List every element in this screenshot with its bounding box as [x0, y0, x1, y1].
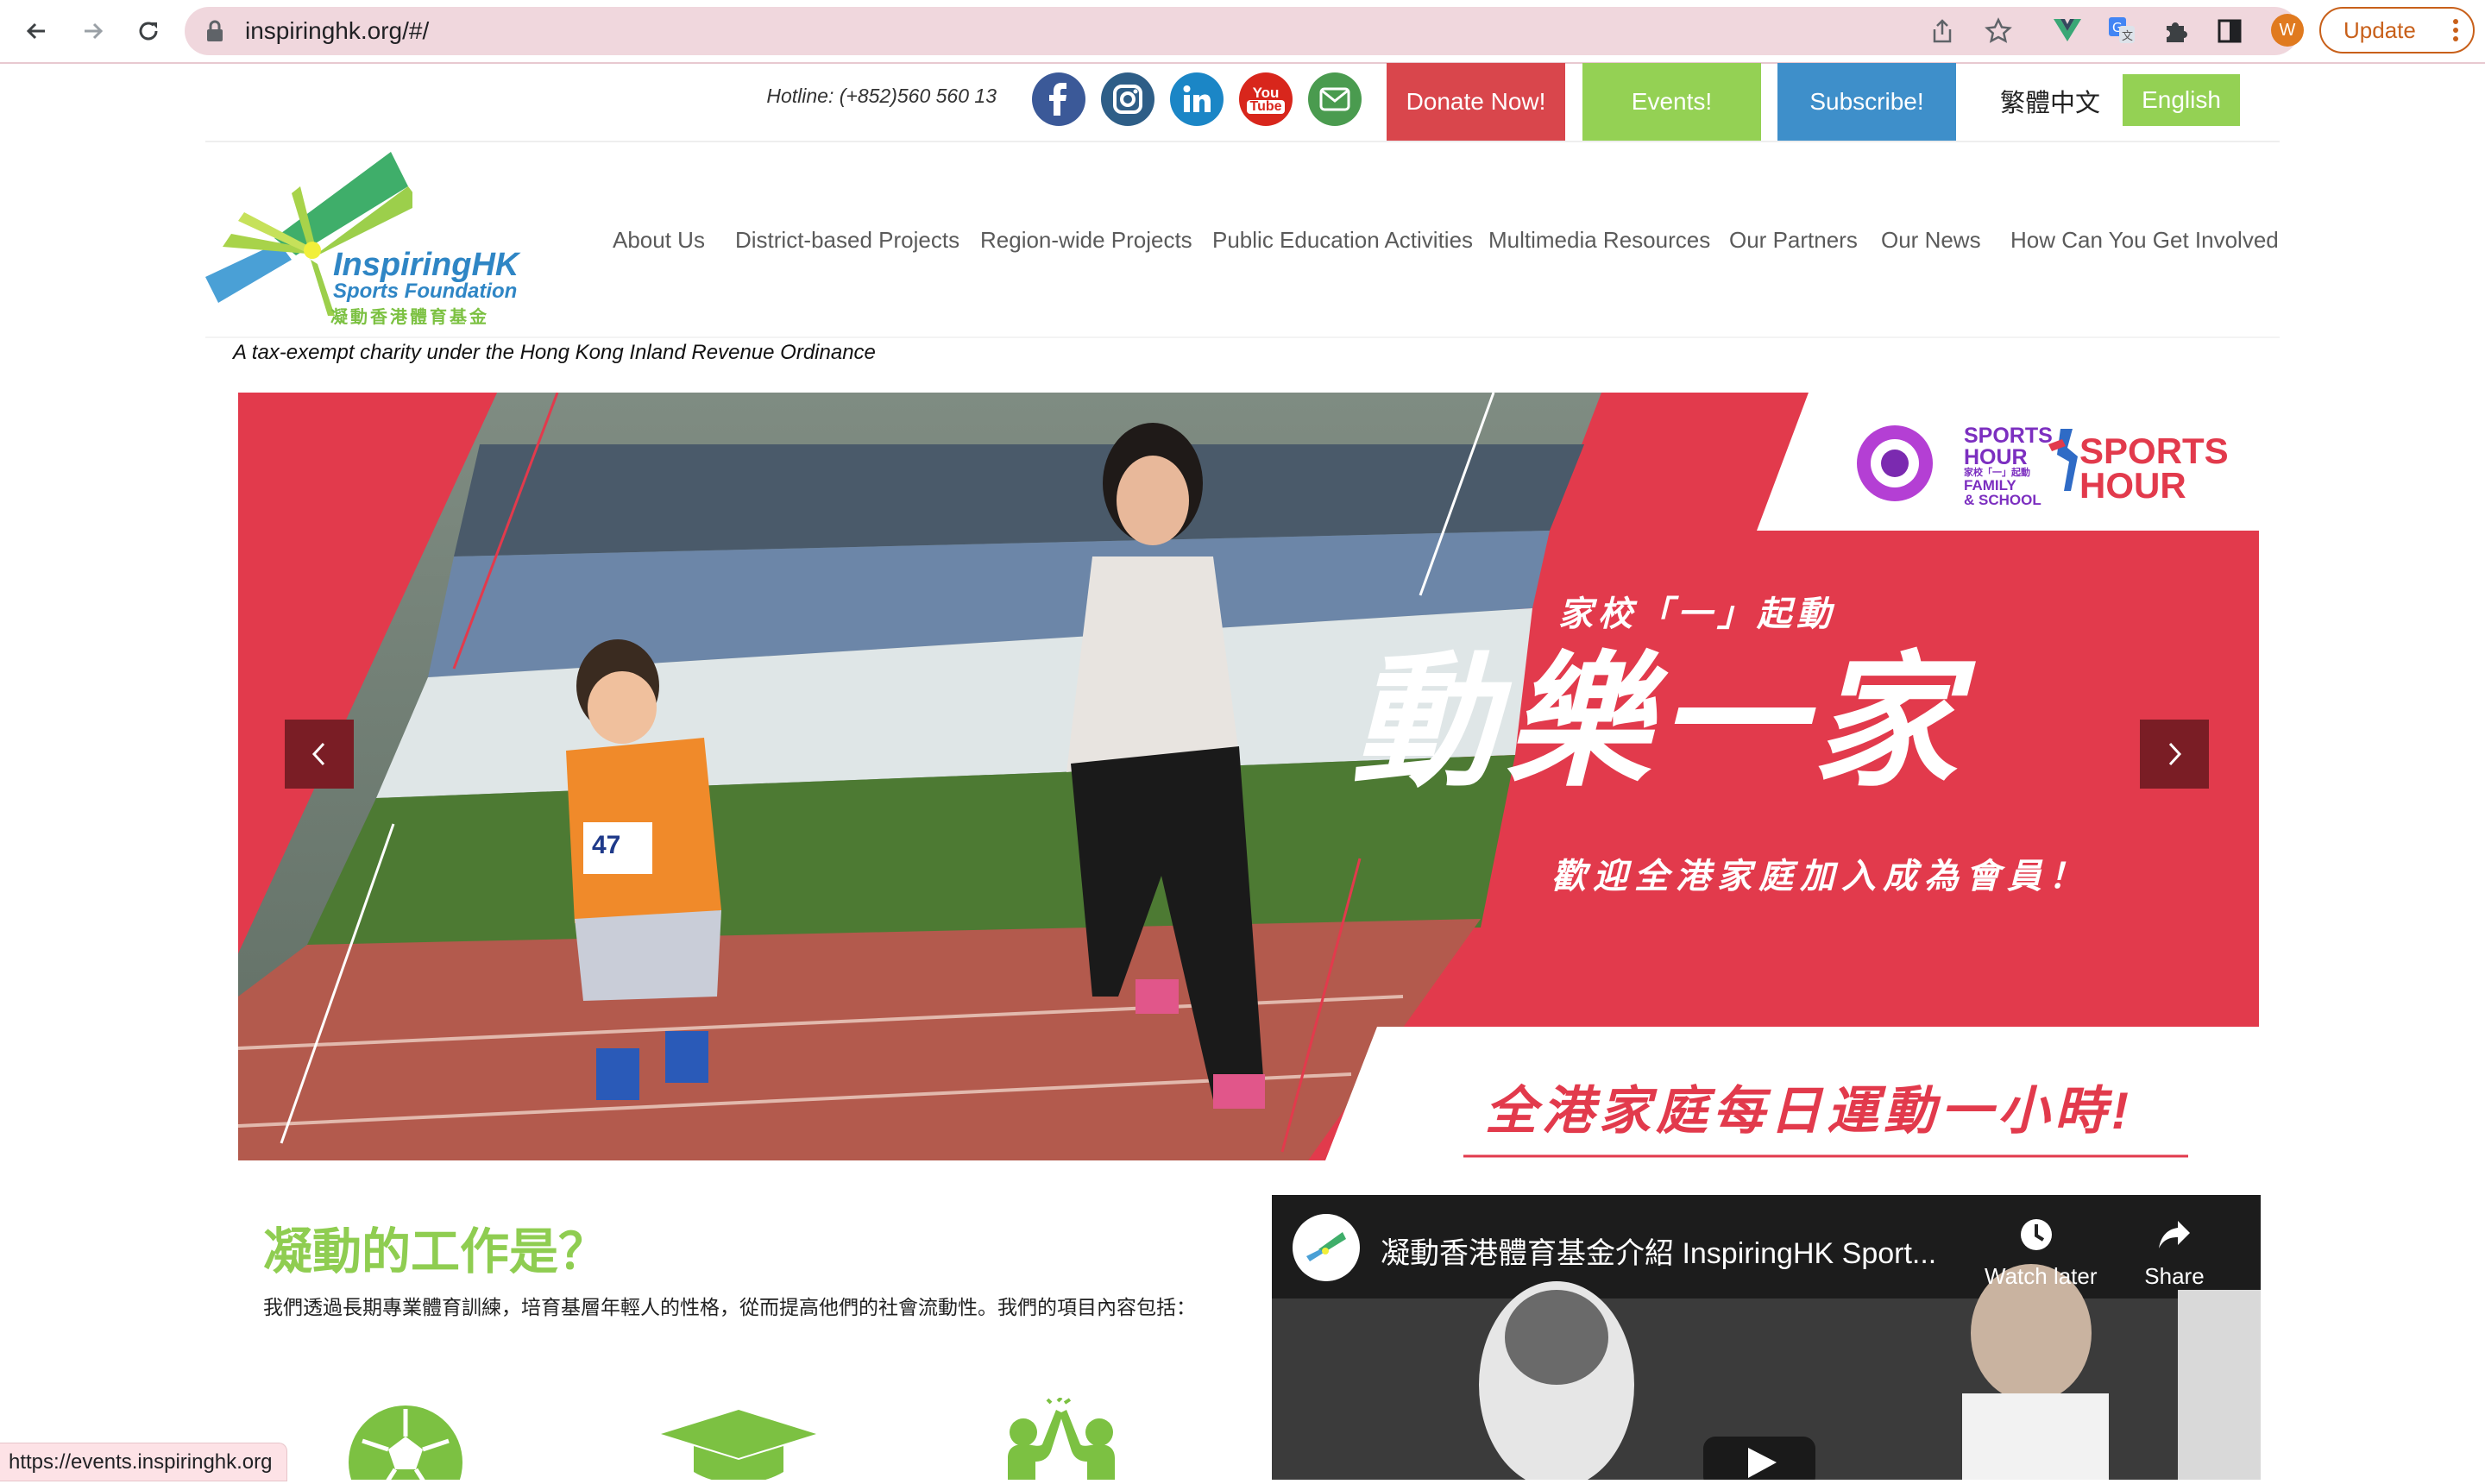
about-section-description: 我們透過長期專業體育訓練，培育基層年輕人的性格，從而提高他們的社會流動性。我們的…	[263, 1296, 1196, 1318]
logo1-line2: HOUR	[1964, 445, 2028, 469]
logo1-line5: & SCHOOL	[1964, 492, 2041, 508]
translate-extension-icon[interactable]: G文	[2107, 16, 2136, 49]
bookmark-star-icon[interactable]	[1985, 17, 2012, 49]
update-button[interactable]: Update	[2319, 7, 2475, 53]
kebab-menu-icon	[2452, 17, 2459, 49]
topbar-divider	[205, 141, 2280, 142]
forward-icon[interactable]	[74, 12, 112, 50]
share-arrow-icon	[2159, 1221, 2190, 1248]
clock-icon	[2021, 1219, 2052, 1250]
race-bib-number: 47	[592, 831, 621, 859]
hero-slider[interactable]: SPORTS HOUR 家校「一」起動 FAMILY & SCHOOL SPOR…	[238, 393, 2259, 1160]
hero-subtitle-top: 家校「一」起動	[1558, 595, 1836, 633]
share-button[interactable]: Share	[2138, 1216, 2211, 1290]
high-five-icon	[991, 1396, 1137, 1484]
graduation-cap-icon	[659, 1408, 818, 1484]
lock-icon[interactable]	[205, 19, 224, 47]
url-text[interactable]: inspiringhk.org/#/	[245, 12, 429, 50]
logo1-line1: SPORTS	[1964, 424, 2053, 448]
youtube-video-embed[interactable]: 凝動香港體育基金介紹 InspiringHK Sport... Watch la…	[1272, 1195, 2261, 1480]
donate-button[interactable]: Donate Now!	[1387, 63, 1565, 141]
logo-chinese: 凝動香港體育基金	[330, 308, 489, 327]
youtube-you-text: You	[1252, 84, 1280, 101]
nav-about-us[interactable]: About Us	[613, 227, 705, 254]
logo-name: InspiringHK	[333, 247, 519, 283]
nav-district-based-projects[interactable]: District-based Projects	[735, 227, 959, 254]
side-panel-icon[interactable]	[2218, 19, 2242, 47]
nav-how-can-you-get-involved[interactable]: How Can You Get Involved	[2010, 227, 2279, 254]
lang-english-button[interactable]: English	[2123, 74, 2240, 126]
back-icon[interactable]	[17, 12, 55, 50]
nav-region-wide-projects[interactable]: Region-wide Projects	[980, 227, 1192, 254]
slider-prev-button[interactable]	[285, 720, 354, 789]
chevron-left-icon	[311, 742, 325, 766]
logo1-line4: FAMILY	[1964, 477, 2016, 494]
soccer-ball-icon	[345, 1402, 466, 1484]
logo-subtitle: Sports Foundation	[333, 280, 518, 303]
email-icon[interactable]	[1308, 72, 1362, 126]
hero-headline: 動樂一家	[1351, 641, 1966, 803]
lang-chinese-link[interactable]: 繁體中文	[2000, 83, 2100, 119]
vue-extension-icon[interactable]	[2054, 17, 2081, 47]
nav-multimedia-resources[interactable]: Multimedia Resources	[1488, 227, 1710, 254]
subscribe-button[interactable]: Subscribe!	[1777, 63, 1956, 141]
nav-public-education-activities[interactable]: Public Education Activities	[1212, 227, 1473, 254]
extensions-puzzle-icon[interactable]	[2162, 17, 2190, 49]
events-button[interactable]: Events!	[1582, 63, 1761, 141]
update-label: Update	[2343, 16, 2416, 43]
linkedin-icon[interactable]	[1170, 72, 1224, 126]
logo2-line2: HOUR	[2079, 464, 2186, 506]
about-section-title: 凝動的工作是？	[263, 1224, 607, 1280]
hotline-text: Hotline: (+852)560 560 13	[766, 85, 997, 107]
charity-tagline: A tax-exempt charity under the Hong Kong…	[233, 341, 876, 364]
youtube-tube-text: Tube	[1247, 99, 1285, 114]
svg-text:文: 文	[2122, 30, 2133, 43]
facebook-icon[interactable]	[1032, 72, 1085, 126]
share-label: Share	[2144, 1263, 2205, 1289]
address-bar[interactable]	[185, 7, 2299, 55]
youtube-icon[interactable]: You Tube	[1239, 72, 1293, 126]
watch-later-label: Watch later	[1985, 1263, 2098, 1289]
share-page-icon[interactable]	[1929, 17, 1955, 49]
logo2-line1: SPORTS	[2079, 431, 2229, 471]
nav-our-news[interactable]: Our News	[1881, 227, 1981, 254]
reload-icon[interactable]	[129, 12, 167, 50]
site-logo[interactable]: InspiringHK Sports Foundation 凝動香港體育基金	[205, 152, 525, 327]
sports-hour-logo: SPORTS HOUR	[2079, 431, 2229, 506]
nav-divider	[205, 336, 2280, 338]
nav-our-partners[interactable]: Our Partners	[1729, 227, 1858, 254]
sports-hour-family-logo: SPORTS HOUR 家校「一」起動 FAMILY & SCHOOL	[1964, 424, 2053, 508]
watch-later-button[interactable]: Watch later	[1985, 1216, 2098, 1290]
browser-toolbar: inspiringhk.org/#/ G文 W Update	[0, 0, 2485, 64]
instagram-icon[interactable]	[1101, 72, 1154, 126]
profile-avatar[interactable]: W	[2271, 14, 2304, 47]
chevron-right-icon	[2168, 742, 2182, 766]
status-bar-url: https://events.inspiringhk.org	[0, 1443, 287, 1481]
hero-bottom-slogan: 全港家庭每日運動一小時!	[1485, 1082, 2134, 1140]
slider-next-button[interactable]	[2140, 720, 2209, 789]
video-title[interactable]: 凝動香港體育基金介紹 InspiringHK Sport...	[1381, 1229, 2002, 1272]
hero-welcome-text: 歡迎全港家庭加入成為會員！	[1551, 858, 2090, 896]
channel-avatar[interactable]	[1293, 1214, 1360, 1281]
